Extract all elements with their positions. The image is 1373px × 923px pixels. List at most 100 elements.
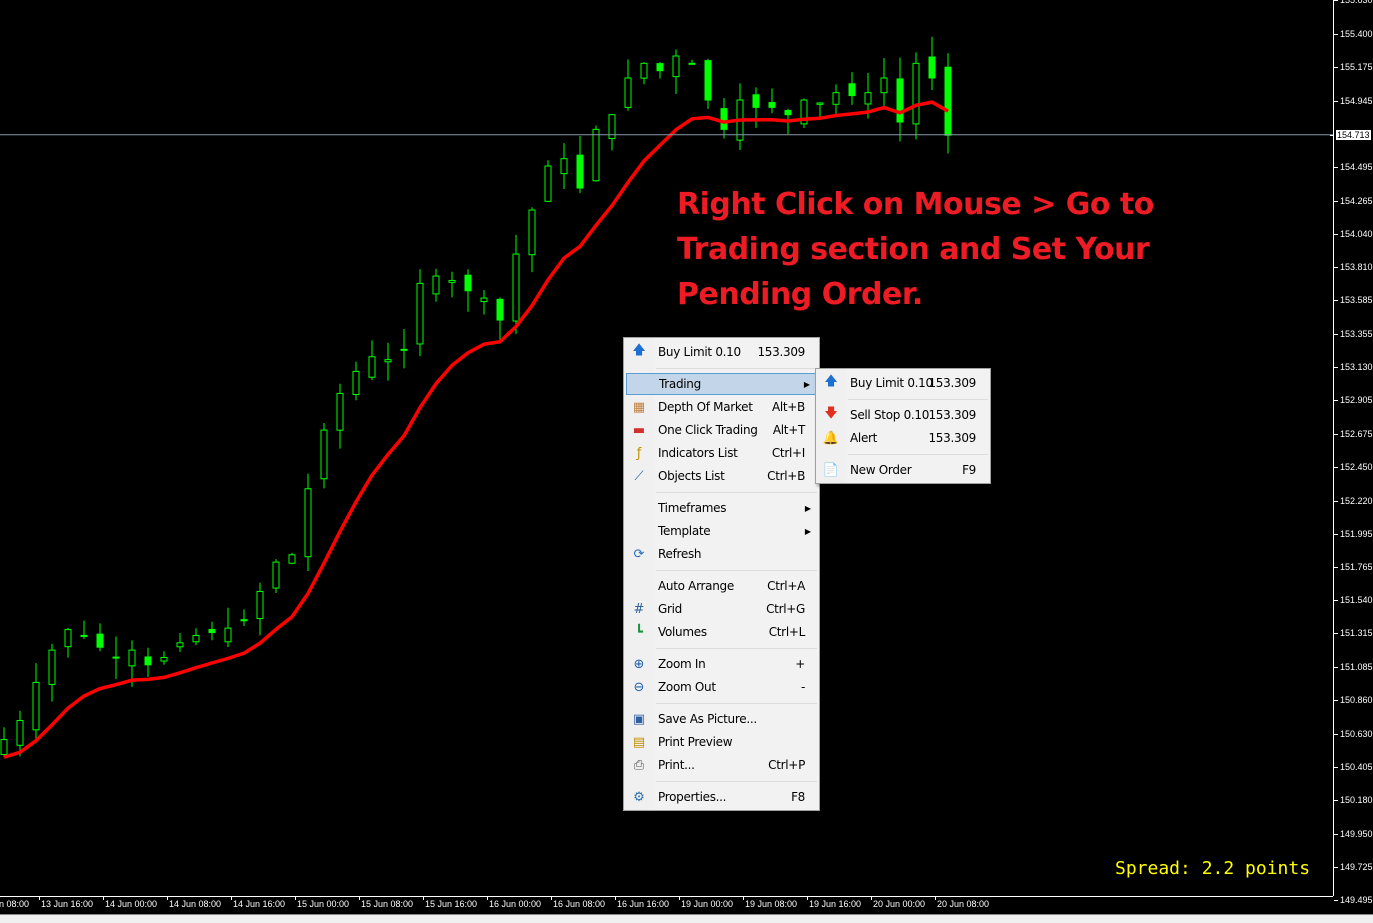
- time-tick-label: 20 Jun 08:00: [934, 896, 990, 909]
- price-tick-label: 154.945: [1334, 95, 1373, 106]
- menu-item-one-click-trading[interactable]: ▬ One Click Trading Alt+T: [626, 419, 817, 441]
- menu-item-indicators-list[interactable]: ƒ Indicators List Ctrl+I: [626, 442, 817, 464]
- menu-item-volumes[interactable]: ┗ Volumes Ctrl+L: [626, 621, 817, 643]
- time-tick-label: 16 Jun 16:00: [614, 896, 670, 909]
- candle-body: [288, 554, 296, 564]
- menu-item-sell-stop-0-10[interactable]: 🡇 Sell Stop 0.10 153.309: [818, 404, 988, 426]
- menu-item-save-as-picture[interactable]: ▣ Save As Picture...: [626, 708, 817, 730]
- menu-item-template[interactable]: Template ▶: [626, 520, 817, 542]
- menu-item-alert[interactable]: 🔔 Alert 153.309: [818, 427, 988, 449]
- candle-body: [32, 681, 40, 731]
- submenu-arrow-icon: ▶: [804, 526, 811, 536]
- price-tick-label: 152.675: [1334, 428, 1373, 439]
- menu-item-shortcut: 153.309: [928, 408, 976, 422]
- price-tick-label: 154.265: [1334, 195, 1373, 206]
- refresh-icon: ⟳: [633, 546, 645, 562]
- menu-item-properties[interactable]: ⚙ Properties... F8: [626, 786, 817, 808]
- candle-body: [432, 275, 440, 295]
- candle-body: [128, 649, 136, 667]
- one-click-trading-icon: ▬: [632, 422, 646, 438]
- candle-body: [640, 62, 648, 79]
- menu-item-buy-limit-0-10[interactable]: 🡅 Buy Limit 0.10 153.309: [818, 372, 988, 394]
- price-tick-label: 150.630: [1334, 728, 1373, 739]
- candle-body: [928, 56, 936, 79]
- time-tick-label: 16 Jun 08:00: [550, 896, 606, 909]
- menu-item-shortcut: F8: [791, 790, 805, 804]
- menu-item-shortcut: Ctrl+I: [771, 446, 805, 460]
- price-tick-label: 151.995: [1334, 528, 1373, 539]
- menu-item-label: Buy Limit 0.10: [658, 345, 741, 359]
- candle-body: [64, 629, 72, 648]
- price-tick-label: 154.495: [1334, 161, 1373, 172]
- candle-body: [384, 359, 392, 363]
- menu-separator: [848, 399, 988, 400]
- menu-item-label: Print Preview: [658, 735, 733, 749]
- instruction-note: Right Click on Mouse > Go to Trading sec…: [677, 182, 1154, 317]
- time-tick-label: 20 Jun 00:00: [870, 896, 926, 909]
- price-tick-label: 155.630: [1334, 0, 1373, 5]
- menu-item-zoom-out[interactable]: ⊖ Zoom Out -: [626, 676, 817, 698]
- menu-item-label: Timeframes: [658, 501, 727, 515]
- menu-item-label: Save As Picture...: [658, 712, 757, 726]
- menu-item-label: Print...: [658, 758, 695, 772]
- price-tick-label: 149.495: [1334, 895, 1373, 906]
- menu-item-label: Zoom Out: [658, 680, 716, 694]
- candle-body: [816, 102, 824, 105]
- candle-body: [704, 60, 712, 101]
- time-axis[interactable]: 13 Jun 08:00 13 Jun 16:00 14 Jun 00:00 14 J…: [0, 896, 1333, 912]
- price-tick-label: 155.175: [1334, 62, 1373, 72]
- menu-item-label: Properties...: [658, 790, 727, 804]
- menu-item-print[interactable]: ⎙ Print... Ctrl+P: [626, 754, 817, 776]
- candle-body: [688, 62, 696, 65]
- submenu-arrow-icon: ▶: [804, 503, 811, 513]
- properties-icon: ⚙: [633, 789, 645, 805]
- menu-item-buy-limit-0-10[interactable]: 🡅 Buy Limit 0.10 153.309: [626, 341, 817, 363]
- menu-item-shortcut: +: [795, 657, 805, 671]
- menu-item-shortcut: 153.309: [928, 376, 976, 390]
- menu-item-trading[interactable]: Trading ▶: [626, 373, 817, 395]
- menu-item-new-order[interactable]: 📄 New Order F9: [818, 459, 988, 481]
- price-tick-label: 149.950: [1334, 828, 1373, 839]
- indicators-list-icon: ƒ: [636, 445, 642, 461]
- menu-item-label: Refresh: [658, 547, 702, 561]
- menu-item-objects-list[interactable]: ⟋ Objects List Ctrl+B: [626, 465, 817, 487]
- candle-body: [560, 158, 568, 175]
- candle-body: [416, 282, 424, 345]
- time-tick-label: 15 Jun 00:00: [294, 896, 350, 909]
- menu-item-depth-of-market[interactable]: ▦ Depth Of Market Alt+B: [626, 396, 817, 418]
- menu-item-auto-arrange[interactable]: Auto Arrange Ctrl+A: [626, 575, 817, 597]
- candle-body: [208, 628, 216, 634]
- price-axis[interactable]: 155.630 155.400 155.175 154.945 154.495 154.2…: [1330, 0, 1373, 905]
- chart-tabs-bar: [0, 914, 1373, 923]
- candle-body: [0, 739, 8, 756]
- candle-body: [352, 370, 360, 395]
- menu-item-shortcut: Alt+T: [772, 423, 805, 437]
- candle-body: [656, 63, 664, 72]
- price-tick-label: 153.130: [1334, 362, 1373, 372]
- chart-context-menu: 🡅 Buy Limit 0.10 153.309 Trading ▶ ▦ Depth Of …: [623, 337, 820, 811]
- menu-separator: [656, 570, 817, 571]
- candle-body: [480, 297, 488, 303]
- menu-item-print-preview[interactable]: ▤ Print Preview: [626, 731, 817, 753]
- candle-body: [672, 55, 680, 78]
- price-tick-label: 150.405: [1334, 761, 1373, 772]
- menu-item-shortcut: Ctrl+B: [767, 469, 805, 483]
- candle-body: [544, 165, 552, 202]
- price-tick-label: 152.905: [1334, 395, 1373, 406]
- menu-item-refresh[interactable]: ⟳ Refresh: [626, 543, 817, 565]
- menu-item-zoom-in[interactable]: ⊕ Zoom In +: [626, 653, 817, 675]
- menu-item-label: Indicators List: [658, 446, 738, 460]
- menu-item-label: Objects List: [658, 469, 725, 483]
- menu-item-shortcut: F9: [962, 463, 976, 477]
- candle-body: [224, 627, 232, 643]
- menu-item-grid[interactable]: # Grid Ctrl+G: [626, 598, 817, 620]
- submenu-arrow-icon: ▶: [803, 379, 810, 389]
- candle-body: [400, 348, 408, 351]
- candle-body: [112, 656, 120, 659]
- candle-body: [768, 102, 776, 108]
- menu-item-label: One Click Trading: [658, 423, 758, 437]
- candle-body: [592, 128, 600, 182]
- candle-body: [192, 634, 200, 643]
- menu-item-shortcut: 153.309: [928, 431, 976, 445]
- menu-item-timeframes[interactable]: Timeframes ▶: [626, 497, 817, 519]
